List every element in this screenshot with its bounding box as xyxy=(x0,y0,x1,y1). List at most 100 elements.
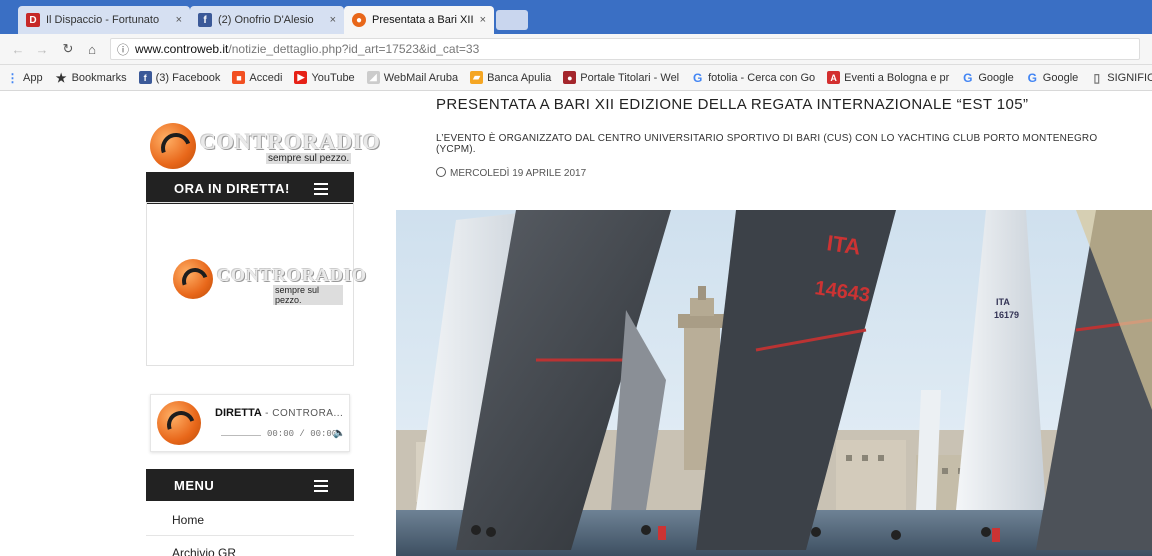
bookmark-label: (3) Facebook xyxy=(155,71,221,84)
sail-number-small-16179: 16179 xyxy=(994,310,1019,320)
controradio-logo-icon xyxy=(150,123,196,169)
youtube-icon: ▶ xyxy=(294,71,308,84)
bookmark-label: Portale Titolari - Wel xyxy=(580,71,680,84)
tab-controradio[interactable]: ● Presentata a Bari XII edi × xyxy=(344,6,494,34)
sail-number-ita: ITA xyxy=(825,230,862,259)
bookmark-label: YouTube xyxy=(311,71,355,84)
bookmark-youtube[interactable]: ▶ YouTube xyxy=(294,71,355,84)
live-stream-box[interactable]: CONTRORADIO sempre sul pezzo. xyxy=(146,202,366,366)
site-logo[interactable]: CONTRORADIO sempre sul pezzo. xyxy=(148,119,380,171)
close-icon[interactable]: × xyxy=(330,14,336,26)
menu-item-home[interactable]: Home xyxy=(172,513,204,527)
bookmark-banca-apulia[interactable]: ▰ Banca Apulia xyxy=(470,71,551,84)
controradio-icon: ● xyxy=(352,13,366,27)
sail-number-small-ita: ITA xyxy=(996,297,1010,307)
apps-grid-icon: ⋮ xyxy=(6,70,19,85)
forward-icon[interactable]: → xyxy=(34,41,50,57)
info-icon[interactable]: ⓘ xyxy=(117,41,129,58)
back-icon[interactable]: ← xyxy=(10,41,26,57)
google-icon: G xyxy=(963,70,973,85)
google-icon: G xyxy=(1027,70,1037,85)
clock-icon xyxy=(436,167,446,177)
logo-tagline: sempre sul pezzo. xyxy=(266,153,352,164)
tab-facebook[interactable]: f (2) Onofrio D'Alesio × xyxy=(190,6,344,34)
url-host: www.controweb.it xyxy=(135,42,229,56)
close-icon[interactable]: × xyxy=(480,14,486,26)
bookmark-label: fotolia - Cerca con Go xyxy=(708,71,816,84)
article-date-text: MERCOLEDÌ 19 APRILE 2017 xyxy=(450,168,587,179)
bookmark-label: Accedi xyxy=(249,71,283,84)
bookmark-google[interactable]: G Google xyxy=(961,70,1014,85)
dispaccio-icon: D xyxy=(26,13,40,27)
player-title: DIRETTA - CONTRORA... xyxy=(215,407,343,419)
bookmark-webmail-aruba[interactable]: ◢ WebMail Aruba xyxy=(366,71,459,84)
menu-header: MENU xyxy=(146,469,354,501)
live-logo-tagline: sempre sul pezzo. xyxy=(273,285,343,305)
bookmark-label: SIGNIFICATO NUMER xyxy=(1107,71,1152,84)
logo-text: CONTRORADIO xyxy=(200,129,381,154)
portal-icon: ● xyxy=(563,71,577,84)
menu-item-archivio-gr[interactable]: Archivio GR xyxy=(172,546,236,556)
live-header: ORA IN DIRETTA! xyxy=(146,172,354,204)
microsoft-icon: ■ xyxy=(232,71,246,84)
menu-header-label: MENU xyxy=(174,477,215,493)
aruba-icon: ◢ xyxy=(366,71,380,84)
new-tab-button[interactable] xyxy=(496,10,528,30)
bookmark-google[interactable]: G Google xyxy=(1026,70,1079,85)
bookmark-label: WebMail Aruba xyxy=(383,71,459,84)
regatta-photo: ITA 14643 ITA 16179 xyxy=(396,210,1152,556)
progress-bar[interactable] xyxy=(221,435,261,436)
article-title: PRESENTATA A BARI XII EDIZIONE DELLA REG… xyxy=(436,96,1029,113)
bookmark-label: Banca Apulia xyxy=(487,71,552,84)
article-date: MERCOLEDÌ 19 APRILE 2017 xyxy=(436,167,586,179)
address-row: ← → ↻ ⌂ ⓘ www.controweb.it/notizie_detta… xyxy=(0,34,1152,65)
player-title-main: DIRETTA xyxy=(215,407,262,419)
hamburger-icon[interactable] xyxy=(314,183,328,198)
bookmark-app[interactable]: ⋮ App xyxy=(6,70,43,85)
tab-dispaccio[interactable]: D Il Dispaccio - Fortunato × xyxy=(18,6,190,34)
facebook-icon: f xyxy=(138,71,152,84)
bookmark-fotolia-cerca-con-go[interactable]: Gfotolia - Cerca con Go xyxy=(691,70,816,85)
tab-title: Presentata a Bari XII edi xyxy=(372,14,474,26)
google-icon: G xyxy=(692,70,703,85)
article-subtitle: L’EVENTO È ORGANIZZATO DAL CENTRO UNIVER… xyxy=(436,133,1098,155)
live-logo-text: CONTRORADIO xyxy=(217,265,368,285)
volume-icon[interactable]: 🔈 xyxy=(333,428,345,439)
bookmark-significato-numer[interactable]: ▯ SIGNIFICATO NUMER xyxy=(1090,70,1152,85)
live-logo: CONTRORADIO sempre sul pezzo. xyxy=(173,255,366,305)
hamburger-icon[interactable] xyxy=(314,480,328,495)
player-title-sub: - CONTRORA... xyxy=(261,408,344,419)
star-icon: ★ xyxy=(55,70,67,85)
web-page: CONTRORADIO sempre sul pezzo. ORA IN DIR… xyxy=(0,92,1152,556)
bookmark-label: Google xyxy=(1042,71,1079,84)
menu-divider xyxy=(146,535,354,536)
close-icon[interactable]: × xyxy=(176,14,182,26)
bookmarks-bar: ⋮ App ★ Bookmarks f (3) Facebook ■ Accedi ▶ YouTu… xyxy=(0,65,1152,91)
player-logo-icon xyxy=(157,401,201,445)
home-icon[interactable]: ⌂ xyxy=(84,41,100,57)
tab-title: Il Dispaccio - Fortunato xyxy=(46,14,160,26)
facebook-icon: f xyxy=(198,13,212,27)
bookmark-label: Google xyxy=(978,71,1014,84)
bookmark-label: App xyxy=(23,71,43,84)
bookmark-label: Eventi a Bologna e pr xyxy=(844,71,950,84)
audio-player[interactable]: DIRETTA - CONTRORA... 00:00 / 00:00 🔈 xyxy=(150,394,350,452)
article-hero-image: ITA 14643 ITA 16179 xyxy=(396,210,1152,556)
bookmark-portale-titolari-wel[interactable]: ● Portale Titolari - Wel xyxy=(563,71,679,84)
tab-title: (2) Onofrio D'Alesio xyxy=(218,14,314,26)
bookmark-3-facebook[interactable]: f (3) Facebook xyxy=(138,71,221,84)
url-input[interactable]: ⓘ www.controweb.it/notizie_dettaglio.php… xyxy=(110,38,1140,60)
document-icon: ▯ xyxy=(1093,70,1101,85)
bank-icon: ▰ xyxy=(470,71,484,84)
reload-icon[interactable]: ↻ xyxy=(60,41,76,57)
url-path: /notizie_dettaglio.php?id_art=17523&id_c… xyxy=(228,42,480,56)
events-icon: A xyxy=(827,71,841,84)
browser-tab-bar: D Il Dispaccio - Fortunato × f (2) Onofr… xyxy=(0,0,1152,34)
bookmark-bookmarks[interactable]: ★ Bookmarks xyxy=(55,70,127,85)
live-header-label: ORA IN DIRETTA! xyxy=(174,180,290,196)
controradio-logo-icon xyxy=(173,259,213,299)
player-time: 00:00 / 00:00 xyxy=(267,429,338,439)
bookmark-eventi-a-bologna-e-pr[interactable]: A Eventi a Bologna e pr xyxy=(827,71,949,84)
bookmark-accedi[interactable]: ■ Accedi xyxy=(232,71,282,84)
bookmark-label: Bookmarks xyxy=(71,71,127,84)
